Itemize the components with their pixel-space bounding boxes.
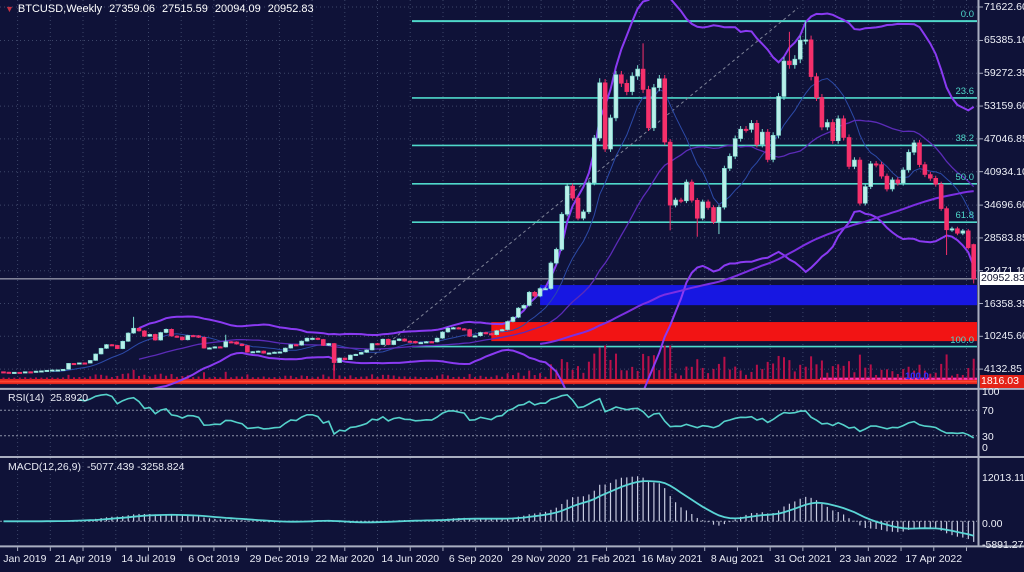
chart-window: ▼ BTCUSD,Weekly 27359.06 27515.59 20094.09 20… — [0, 0, 1024, 572]
fib-level-label: 38.2 — [932, 134, 974, 144]
symbol-marker-icon: ▼ — [5, 4, 14, 14]
ohlc-close: 20952.83 — [268, 3, 314, 15]
title-bar: ▼ BTCUSD,Weekly 27359.06 27515.59 20094.09 20… — [5, 3, 314, 15]
ohlc-high: 27515.59 — [162, 3, 208, 15]
date-axis-label: 17 Apr 2022 — [889, 553, 979, 565]
rsi-scale-label: 70 — [982, 405, 994, 417]
fib-level-label: 100.0 — [932, 336, 974, 346]
symbol-period-label: BTCUSD,Weekly — [18, 3, 102, 15]
macd-indicator-label: MACD(12,26,9)-5077.439 -3258.824 — [8, 461, 184, 473]
ohlc-low: 20094.09 — [215, 3, 261, 15]
price-axis-label: 53159.60 — [984, 100, 1024, 112]
price-axis-label: 71622.60 — [984, 1, 1024, 13]
fib2-level-label: 100.0 — [905, 372, 929, 382]
ohlc-open: 27359.06 — [109, 3, 155, 15]
price-axis-label: 4132.85 — [984, 363, 1022, 375]
macd-scale-label: -5891.275 — [982, 539, 1024, 551]
rsi-indicator-label: RSI(14)25.8920 — [8, 392, 88, 404]
price-axis-label: 40934.10 — [984, 166, 1024, 178]
fib-level-label: 61.8 — [932, 211, 974, 221]
macd-value: -5077.439 -3258.824 — [87, 461, 185, 473]
price-axis-label: 16358.35 — [984, 298, 1024, 310]
rsi-scale-label: 30 — [982, 431, 994, 443]
macd-scale-label: 0.00 — [982, 518, 1002, 530]
rsi-value: 25.8920 — [50, 392, 88, 404]
fib-level-label: 50.0 — [932, 173, 974, 183]
rsi-scale-label: 0 — [982, 442, 988, 454]
price-axis-label: 47046.85 — [984, 133, 1024, 145]
current-price-chip: 20952.83 — [980, 272, 1024, 285]
fib-level-label: 23.6 — [932, 87, 974, 97]
price-axis-label: 34696.60 — [984, 199, 1024, 211]
macd-scale-label: 12013.113 — [982, 472, 1024, 484]
main-chart[interactable] — [0, 0, 1024, 572]
rsi-scale-label: 100 — [982, 386, 1000, 398]
price-axis-label: 10245.60 — [984, 330, 1024, 342]
price-axis-label: 65385.10 — [984, 34, 1024, 46]
price-axis-label: 59272.35 — [984, 67, 1024, 79]
fib-level-label: 0.0 — [932, 10, 974, 20]
price-axis-label: 28583.85 — [984, 232, 1024, 244]
